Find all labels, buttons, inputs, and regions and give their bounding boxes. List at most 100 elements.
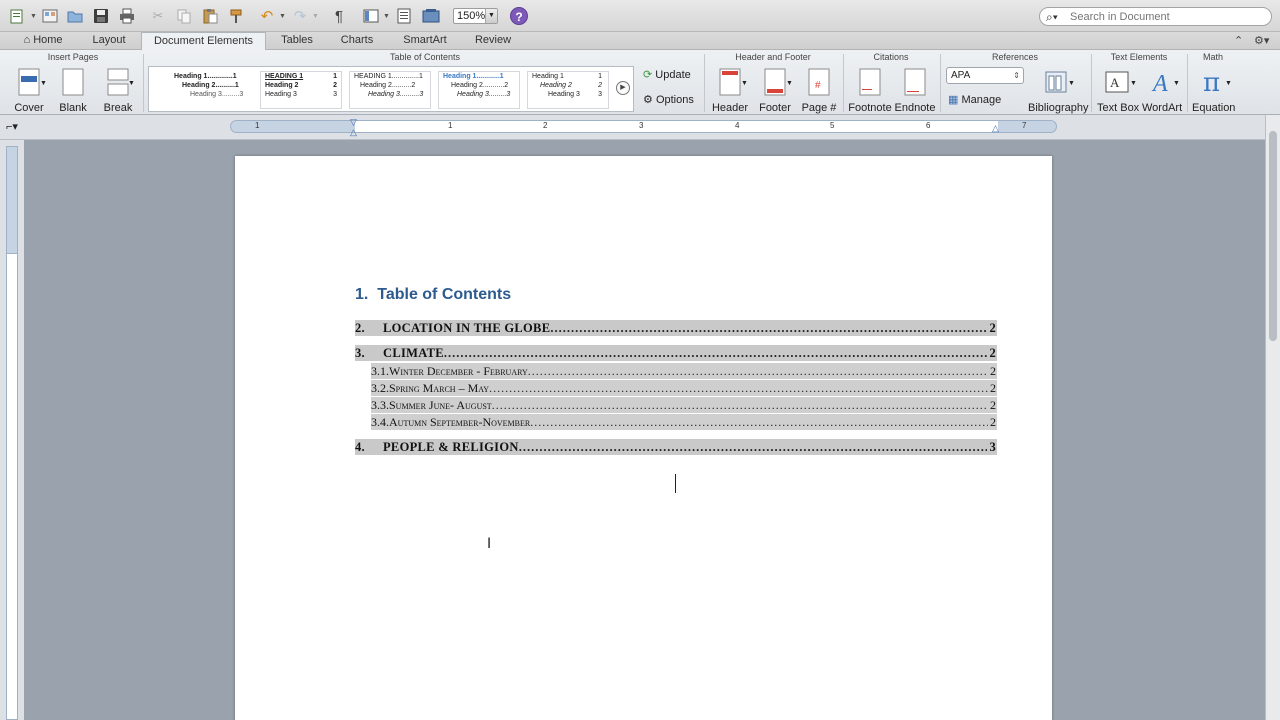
- print-icon[interactable]: [116, 6, 138, 26]
- header-icon: [719, 68, 741, 96]
- header-dropdown-icon[interactable]: ▼: [741, 80, 748, 87]
- break-button[interactable]: Break: [102, 68, 134, 114]
- toc-entry-page: 2: [990, 380, 996, 395]
- search-input[interactable]: [1070, 9, 1265, 24]
- new-document-icon[interactable]: [6, 6, 28, 26]
- tab-smartart[interactable]: SmartArt: [392, 32, 458, 50]
- footer-button[interactable]: Footer: [756, 68, 794, 114]
- toc-style-3[interactable]: HEADING 1..............1 Heading 2......…: [349, 71, 431, 109]
- open-folder-icon[interactable]: [64, 6, 86, 26]
- media-browser-icon[interactable]: [420, 6, 442, 26]
- toc-entry-text: Spring March – May: [389, 380, 490, 395]
- left-indent-marker-icon[interactable]: △: [350, 127, 357, 138]
- toc-heading: 1. Table of Contents: [355, 286, 511, 304]
- search-icon[interactable]: ⌕▾: [1046, 10, 1058, 25]
- equation-button[interactable]: π Equation: [1192, 68, 1235, 114]
- toc-entry[interactable]: 3. CLIMATE .............................…: [355, 345, 997, 361]
- toc-style-h1: HEADING 1: [265, 73, 304, 80]
- wordart-button[interactable]: A WordArt: [1142, 68, 1182, 114]
- view-layout-icon[interactable]: [360, 6, 382, 26]
- bibliography-dropdown-icon[interactable]: ▼: [1068, 80, 1075, 87]
- endnote-label: Endnote: [894, 102, 936, 114]
- endnote-button[interactable]: Endnote: [894, 68, 936, 114]
- collapse-ribbon-icon[interactable]: ⌃: [1234, 34, 1243, 47]
- toc-style-4[interactable]: Heading 1............1 Heading 2........…: [438, 71, 520, 109]
- redo-dropdown-icon[interactable]: ▼: [312, 13, 319, 20]
- cut-icon[interactable]: ✂: [147, 6, 169, 26]
- toc-entry-page: 2: [990, 397, 996, 412]
- equation-dropdown-icon[interactable]: ▼: [1225, 80, 1232, 87]
- break-dropdown-icon[interactable]: ▼: [128, 80, 135, 87]
- citation-style-select[interactable]: APA ⇕: [946, 67, 1024, 84]
- tab-document-elements[interactable]: Document Elements: [141, 32, 266, 51]
- view-dropdown-icon[interactable]: ▼: [383, 13, 390, 20]
- ribbon-settings-icon[interactable]: ⚙▾: [1254, 34, 1269, 47]
- toc-style-h2: Heading 2: [265, 82, 299, 89]
- bibliography-button[interactable]: Bibliography: [1028, 68, 1089, 114]
- toc-heading-text: Table of Contents: [377, 286, 512, 303]
- toc-entry[interactable]: 3.4. Autumn September-November .........…: [371, 414, 997, 430]
- toc-entry-number: 4.: [355, 439, 365, 454]
- cover-button[interactable]: Cover: [12, 68, 46, 114]
- cover-label: Cover: [14, 102, 44, 114]
- tab-layout[interactable]: Layout: [82, 32, 136, 50]
- toc-entry[interactable]: 3.1. Winter December - February ........…: [371, 363, 997, 379]
- tab-home[interactable]: ⌂ Home: [14, 32, 72, 50]
- toc-options-button[interactable]: ⚙ Options: [643, 93, 694, 106]
- footer-dropdown-icon[interactable]: ▼: [786, 80, 793, 87]
- new-dropdown-icon[interactable]: ▼: [30, 13, 37, 20]
- copy-icon[interactable]: [173, 6, 195, 26]
- undo-icon[interactable]: ↶: [256, 6, 278, 26]
- update-toc-button[interactable]: ⟳ Update: [643, 68, 691, 81]
- undo-dropdown-icon[interactable]: ▼: [279, 13, 286, 20]
- toc-style-h2: Heading 2...........2: [451, 82, 509, 89]
- toc-style-2[interactable]: HEADING 1 1 Heading 2 2 Heading 3 3: [260, 71, 342, 109]
- help-icon[interactable]: ?: [510, 7, 528, 25]
- toc-entry[interactable]: 4. PEOPLE & RELIGION ...................…: [355, 439, 997, 455]
- toc-style-h1: Heading 1............1: [443, 73, 504, 80]
- text-box-dropdown-icon[interactable]: ▼: [1130, 80, 1137, 87]
- update-label: Update: [655, 69, 691, 81]
- blank-page-button[interactable]: Blank: [58, 68, 88, 114]
- page-break-icon: [107, 68, 129, 96]
- search-box[interactable]: ⌕▾: [1039, 7, 1272, 26]
- templates-icon[interactable]: [39, 6, 61, 26]
- page-number-button[interactable]: # Page #: [800, 68, 838, 114]
- right-indent-marker-icon[interactable]: △: [992, 123, 999, 134]
- footnote-button[interactable]: Footnote: [848, 68, 892, 114]
- toc-entry[interactable]: 3.2. Spring March – May ................…: [371, 380, 997, 396]
- vertical-scrollbar[interactable]: [1265, 115, 1280, 720]
- text-box-button[interactable]: A Text Box: [1097, 68, 1139, 114]
- zoom-value: 150%: [457, 10, 486, 22]
- gallery-next-arrow-icon[interactable]: ▶: [616, 81, 630, 95]
- header-button[interactable]: Header: [710, 68, 750, 114]
- format-painter-icon[interactable]: [225, 6, 247, 26]
- page-number-label: Page #: [801, 102, 837, 114]
- redo-icon[interactable]: ↷: [289, 6, 311, 26]
- cover-dropdown-icon[interactable]: ▼: [40, 80, 47, 87]
- zoom-dropdown-icon[interactable]: ▼: [485, 9, 497, 23]
- wordart-dropdown-icon[interactable]: ▼: [1173, 80, 1180, 87]
- footer-label: Footer: [759, 102, 791, 114]
- show-paragraph-marks-icon[interactable]: ¶: [328, 6, 350, 26]
- toc-style-1[interactable]: Heading 1.............1 Heading 2.......…: [171, 71, 253, 109]
- toc-entry[interactable]: 3.3. Summer June- August ...............…: [371, 397, 997, 413]
- save-icon[interactable]: [90, 6, 112, 26]
- toc-style-h1: Heading 1.............1: [174, 73, 237, 80]
- horizontal-ruler-bar: ⌐▾ 1 1 2 3 4 5 6 7 ▽ △ △: [0, 115, 1280, 140]
- document-page[interactable]: 1. Table of Contents 2. LOCATION IN THE …: [235, 156, 1052, 720]
- tab-tables[interactable]: Tables: [272, 32, 322, 50]
- manage-citations-button[interactable]: ▦ Manage: [948, 93, 1001, 106]
- toolbox-icon[interactable]: [393, 6, 415, 26]
- scrollbar-thumb[interactable]: [1269, 131, 1277, 341]
- tab-review[interactable]: Review: [466, 32, 520, 50]
- page-number-icon: #: [808, 68, 830, 96]
- tab-charts[interactable]: Charts: [332, 32, 382, 50]
- tab-stop-selector-icon[interactable]: ⌐▾: [6, 120, 18, 133]
- toc-entry[interactable]: 2. LOCATION IN THE GLOBE ...............…: [355, 320, 997, 336]
- zoom-select[interactable]: 150% ▼: [453, 8, 498, 24]
- paste-icon[interactable]: [199, 6, 221, 26]
- group-label-text-elements: Text Elements: [1110, 52, 1168, 62]
- toc-style-5[interactable]: Heading 1 1 Heading 2 2 Heading 3 3: [527, 71, 609, 109]
- wordart-icon: A: [1151, 71, 1168, 97]
